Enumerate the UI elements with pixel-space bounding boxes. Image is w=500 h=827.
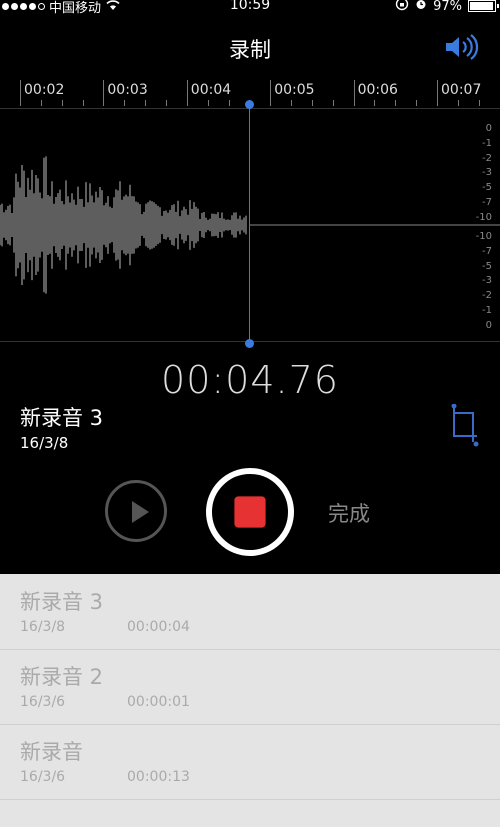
ruler-minor-tick [165, 100, 167, 106]
db-scale-label: -5 [482, 260, 492, 272]
ruler-minor-tick [228, 100, 230, 106]
stop-icon [234, 496, 266, 528]
db-scale-label: 0 [485, 319, 492, 331]
battery-percent: 97% [433, 0, 462, 14]
ruler-major-tick [437, 80, 438, 106]
db-scale-label: -3 [482, 167, 492, 179]
ruler-major-tick [186, 80, 188, 106]
playhead[interactable] [249, 104, 250, 344]
db-scale-label: -1 [482, 137, 492, 149]
ruler-major-tick [353, 80, 355, 106]
recording-date: 16/3/8 [20, 434, 69, 452]
list-item-name: 新录音 3 [20, 590, 104, 614]
list-item[interactable]: 新录音 2 16/3/6 00:00:01 [0, 649, 500, 725]
done-button[interactable]: 完成 [328, 498, 370, 528]
db-scale-label: -10 [475, 211, 492, 223]
playhead-top-handle[interactable] [245, 100, 254, 109]
stop-record-button[interactable] [206, 468, 294, 556]
ruler-minor-tick [332, 100, 334, 106]
status-bar: 中国移动 10:59 97% [0, 0, 500, 16]
db-scale-label: -7 [482, 245, 492, 257]
ruler-minor-tick [457, 100, 459, 106]
ruler-minor-tick [395, 100, 397, 106]
db-scale-label: -2 [482, 290, 492, 302]
recordings-list: 新录音 3 16/3/8 00:00:04 新录音 2 16/3/6 00:00… [0, 574, 500, 827]
waveform-area[interactable]: 0 -1 -2 -3 -5 -7 -10 -10 -7 -5 -3 -2 -1 0 [0, 108, 500, 342]
ruler-label: 00:06 [357, 82, 398, 98]
list-item-duration: 00:00:01 [127, 694, 190, 710]
page-title: 录制 [229, 38, 271, 62]
recording-name[interactable]: 新录音 3 [20, 402, 103, 432]
status-right: 97% [395, 0, 499, 15]
play-icon [132, 501, 149, 523]
ruler-minor-tick [374, 100, 376, 106]
ruler-label: 00:02 [24, 82, 65, 98]
list-item-date: 16/3/8 [20, 619, 66, 635]
ruler-minor-tick [124, 100, 126, 106]
ruler-label: 00:05 [274, 82, 315, 98]
ruler-minor-tick [291, 100, 293, 106]
list-item-duration: 00:00:04 [127, 619, 190, 635]
list-item-date: 16/3/6 [20, 769, 66, 785]
ruler-label: 00:07 [441, 82, 482, 98]
ruler-label: 00:03 [107, 82, 148, 98]
battery-icon [468, 0, 499, 12]
list-item-date: 16/3/6 [20, 694, 66, 710]
ruler-major-tick [20, 80, 21, 106]
ruler-minor-tick [61, 100, 63, 106]
db-scale-label: -5 [482, 182, 492, 194]
db-scale-label: -10 [475, 231, 492, 242]
list-item-name: 新录音 [20, 740, 83, 764]
trim-icon[interactable] [451, 403, 479, 452]
ruler-major-tick [270, 80, 272, 106]
ruler-major-tick [103, 80, 105, 106]
db-scale-label: -2 [482, 152, 492, 164]
playhead-bottom-handle[interactable] [245, 339, 254, 348]
ruler-minor-tick [40, 100, 42, 106]
ruler-minor-tick [145, 100, 147, 106]
db-scale-label: -3 [482, 275, 492, 287]
orientation-lock-icon [395, 0, 409, 15]
ruler-minor-tick [311, 100, 313, 106]
db-scale-label: -1 [482, 305, 492, 316]
list-item-name: 新录音 2 [20, 665, 104, 689]
play-button[interactable] [105, 480, 167, 542]
elapsed-time: 00:04.76 [161, 358, 339, 402]
list-item-duration: 00:00:13 [127, 769, 190, 785]
ruler-minor-tick [82, 100, 84, 106]
ruler-minor-tick [416, 100, 418, 106]
db-scale-label: 0 [485, 123, 492, 134]
ruler-minor-tick [207, 100, 209, 106]
ruler-label: 00:04 [190, 82, 232, 98]
alarm-icon [415, 0, 427, 14]
list-item[interactable]: 新录音 3 16/3/8 00:00:04 [0, 574, 500, 650]
waveform [0, 156, 500, 294]
speaker-icon[interactable] [444, 34, 480, 64]
list-item[interactable]: 新录音 16/3/6 00:00:13 [0, 724, 500, 800]
db-scale-label: -7 [482, 197, 492, 208]
ruler-minor-tick [478, 100, 480, 106]
